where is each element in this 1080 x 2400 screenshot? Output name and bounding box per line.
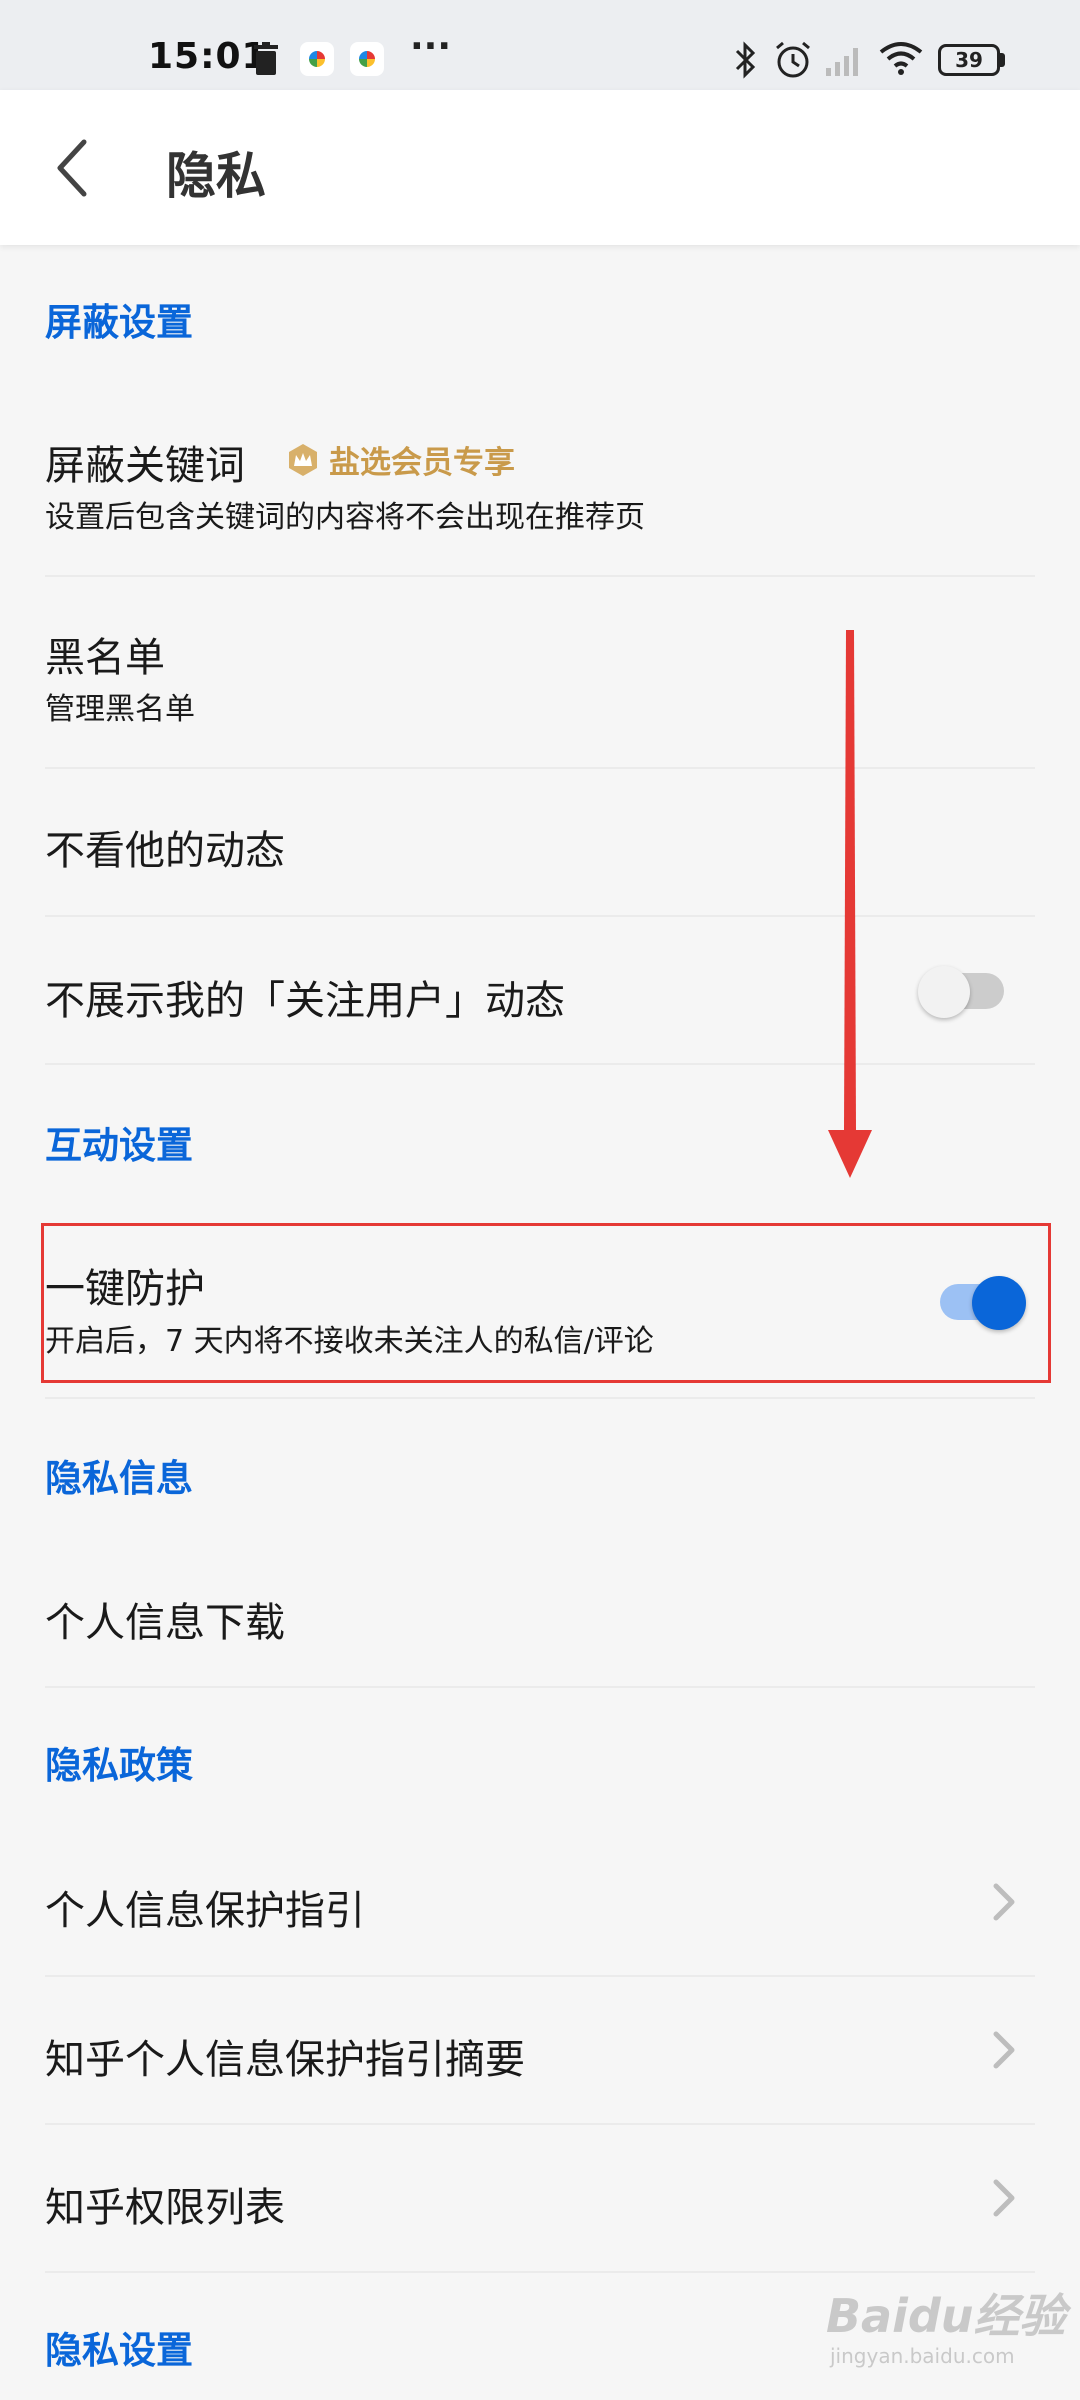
chevron-right-icon xyxy=(993,2179,1015,2217)
more-icon: ··· xyxy=(410,26,452,67)
divider xyxy=(45,767,1035,769)
bluetooth-icon xyxy=(735,41,756,79)
toggle-knob xyxy=(918,966,970,1018)
vip-badge: 盐选会员专享 xyxy=(285,437,515,482)
divider xyxy=(45,915,1035,917)
watermark: Baidu经验 xyxy=(826,2289,1066,2343)
info-download-title: 个人信息下载 xyxy=(45,1600,285,1646)
section-title-block: 屏蔽设置 xyxy=(45,301,193,344)
divider xyxy=(45,1063,1035,1065)
divider xyxy=(45,1397,1035,1399)
section-title-privacy-info: 隐私信息 xyxy=(45,1457,193,1500)
back-button[interactable] xyxy=(52,138,92,198)
trash-icon xyxy=(254,42,278,75)
block-keywords-subtitle: 设置后包含关键词的内容将不会出现在推荐页 xyxy=(45,500,645,535)
app-icon xyxy=(350,42,384,76)
page-title: 隐私 xyxy=(166,147,266,205)
app-icon xyxy=(300,42,334,76)
battery-icon: 39 xyxy=(938,44,1000,76)
annotation-arrow-down xyxy=(828,630,872,1178)
vip-badge-label: 盐选会员专享 xyxy=(329,445,515,481)
divider xyxy=(45,575,1035,577)
annotation-highlight-box xyxy=(41,1223,1051,1383)
section-title-privacy-settings: 隐私设置 xyxy=(45,2329,193,2372)
app-header xyxy=(0,90,1080,245)
section-title-interaction: 互动设置 xyxy=(45,1124,193,1167)
alarm-icon xyxy=(776,41,810,78)
battery-tip xyxy=(1000,53,1005,67)
blacklist-title: 黑名单 xyxy=(45,635,165,681)
divider xyxy=(45,1975,1035,1977)
crown-icon xyxy=(289,443,317,476)
policy-summary-title: 知乎个人信息保护指引摘要 xyxy=(45,2037,525,2083)
watermark-url: jingyan.baidu.com xyxy=(830,2344,1015,2368)
blacklist-subtitle: 管理黑名单 xyxy=(45,692,195,727)
section-title-privacy-policy: 隐私政策 xyxy=(45,1744,193,1787)
chevron-right-icon xyxy=(993,2031,1015,2069)
hide-their-feed-title: 不看他的动态 xyxy=(45,828,285,874)
status-time: 15:01 xyxy=(148,36,268,77)
divider xyxy=(45,2123,1035,2125)
hide-my-follow-title: 不展示我的「关注用户」动态 xyxy=(45,978,565,1024)
block-keywords-title: 屏蔽关键词 xyxy=(45,443,245,489)
divider xyxy=(45,2271,1035,2273)
signal-icon xyxy=(826,48,858,76)
wifi-icon xyxy=(879,42,923,75)
permission-list-title: 知乎权限列表 xyxy=(45,2185,285,2231)
divider xyxy=(45,1686,1035,1688)
chevron-right-icon xyxy=(993,1883,1015,1921)
policy-guide-title: 个人信息保护指引 xyxy=(45,1888,365,1934)
